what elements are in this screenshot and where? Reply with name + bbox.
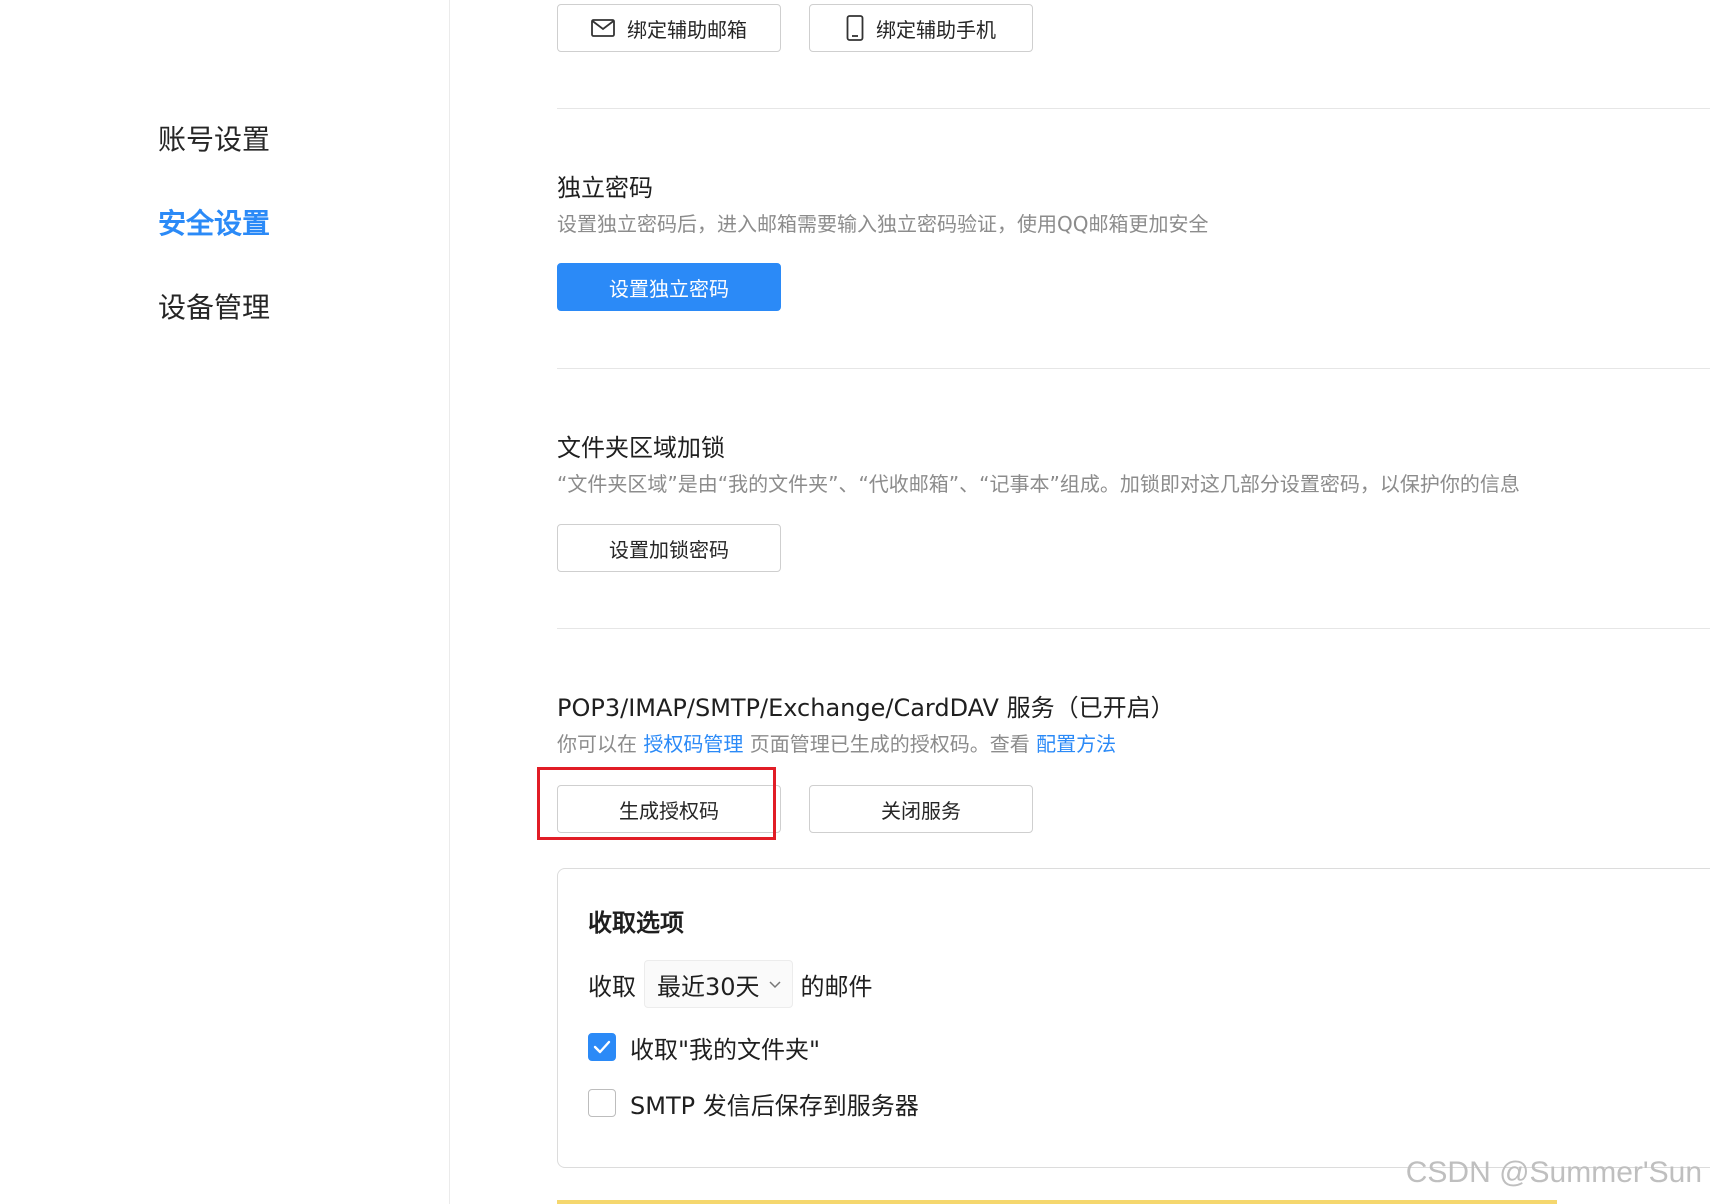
fetch-range-select[interactable]: 最近30天	[644, 960, 793, 1008]
bind-backup-phone-label: 绑定辅助手机	[876, 17, 996, 42]
mail-icon	[591, 19, 615, 37]
bind-backup-email-label: 绑定辅助邮箱	[627, 17, 747, 42]
bind-backup-email-button[interactable]: 绑定辅助邮箱	[557, 4, 781, 52]
independent-password-title: 独立密码	[557, 174, 653, 202]
smtp-save-checkbox[interactable]	[588, 1089, 616, 1117]
pop3-service-title: POP3/IMAP/SMTP/Exchange/CardDAV 服务（已开启）	[557, 694, 1175, 722]
auth-code-management-link[interactable]: 授权码管理	[643, 732, 743, 756]
fetch-my-folders-checkbox[interactable]	[588, 1033, 616, 1061]
section-divider	[557, 108, 1710, 109]
security-settings-panel: 绑定辅助邮箱 绑定辅助手机 独立密码 设置独立密码后，进入邮箱需要输入独立密码验…	[557, 0, 1710, 1204]
close-service-button[interactable]: 关闭服务	[809, 785, 1033, 833]
watermark-text: CSDN @Summer'Sun	[1405, 1156, 1702, 1189]
pop3-service-description: 你可以在 授权码管理 页面管理已生成的授权码。查看 配置方法	[557, 728, 1116, 757]
fetch-options-card: 收取选项 收取 最近30天 的邮件 收取"我的文件夹" SMTP 发信后保存到服…	[557, 868, 1710, 1168]
set-lock-password-button[interactable]: 设置加锁密码	[557, 524, 781, 572]
chevron-down-icon	[768, 979, 782, 989]
phone-icon	[846, 15, 864, 41]
sidebar: 账号设置 安全设置 设备管理	[0, 0, 450, 1204]
bind-backup-phone-button[interactable]: 绑定辅助手机	[809, 4, 1033, 52]
folder-lock-title: 文件夹区域加锁	[557, 434, 725, 462]
set-independent-password-button[interactable]: 设置独立密码	[557, 263, 781, 311]
pop3-desc-prefix: 你可以在	[557, 732, 637, 756]
notice-bar-edge	[557, 1200, 1557, 1204]
fetch-my-folders-option[interactable]: 收取"我的文件夹"	[588, 1031, 821, 1064]
smtp-save-label: SMTP 发信后保存到服务器	[630, 1091, 919, 1120]
sidebar-item-account-settings[interactable]: 账号设置	[158, 118, 270, 158]
fetch-range-row: 收取 最近30天 的邮件	[588, 959, 873, 1009]
section-divider	[557, 368, 1710, 369]
fetch-prefix-label: 收取	[588, 972, 636, 1001]
config-method-link[interactable]: 配置方法	[1036, 732, 1116, 756]
section-divider	[557, 628, 1710, 629]
pop3-desc-middle: 页面管理已生成的授权码。查看	[749, 732, 1030, 756]
folder-lock-description: “文件夹区域”是由“我的文件夹”、“代收邮箱”、“记事本”组成。加锁即对这几部分…	[557, 472, 1520, 496]
fetch-range-value: 最近30天	[657, 972, 760, 1001]
fetch-my-folders-label: 收取"我的文件夹"	[630, 1035, 821, 1064]
sidebar-item-security-settings[interactable]: 安全设置	[158, 202, 270, 242]
fetch-suffix-label: 的邮件	[800, 972, 873, 1001]
fetch-options-title: 收取选项	[588, 909, 684, 937]
sidebar-item-device-management[interactable]: 设备管理	[158, 286, 270, 326]
independent-password-description: 设置独立密码后，进入邮箱需要输入独立密码验证，使用QQ邮箱更加安全	[557, 212, 1209, 236]
generate-auth-code-button[interactable]: 生成授权码	[557, 785, 781, 833]
smtp-save-option[interactable]: SMTP 发信后保存到服务器	[588, 1087, 919, 1120]
check-icon	[593, 1040, 611, 1054]
